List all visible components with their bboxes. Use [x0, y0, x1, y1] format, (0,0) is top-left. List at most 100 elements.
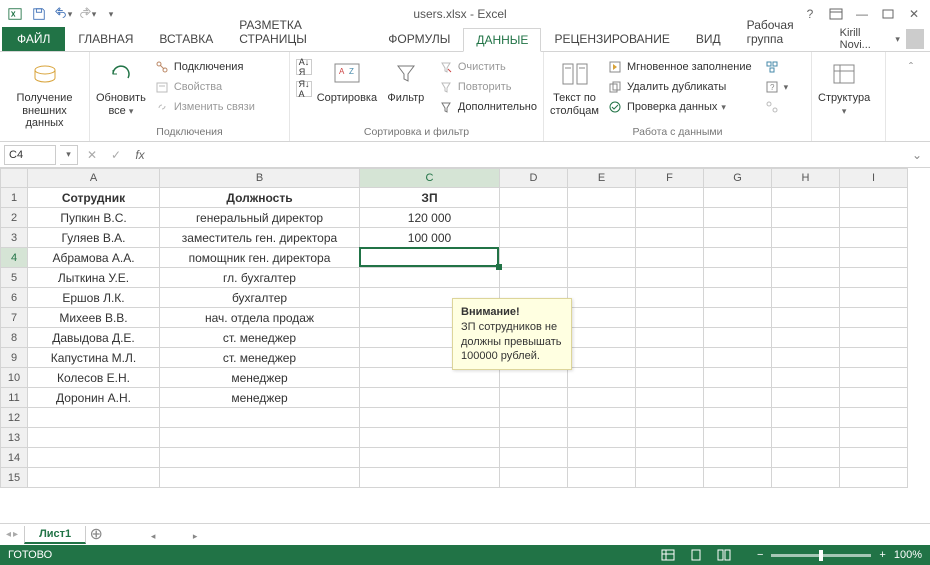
cell[interactable]	[840, 248, 908, 268]
cell[interactable]: Капустина М.Л.	[28, 348, 160, 368]
cell[interactable]	[160, 448, 360, 468]
cell[interactable]: менеджер	[160, 388, 360, 408]
cell[interactable]	[568, 428, 636, 448]
cell[interactable]	[28, 448, 160, 468]
cell[interactable]	[568, 228, 636, 248]
cell[interactable]	[840, 268, 908, 288]
close-icon[interactable]: ✕	[902, 4, 926, 24]
row-header[interactable]: 6	[0, 288, 28, 308]
cell[interactable]: ЗП	[360, 188, 500, 208]
cell[interactable]	[568, 368, 636, 388]
maximize-icon[interactable]	[876, 4, 900, 24]
tab-file[interactable]: ФАЙЛ	[2, 27, 65, 51]
cell[interactable]	[772, 448, 840, 468]
cell[interactable]	[500, 408, 568, 428]
page-layout-view-icon[interactable]	[687, 548, 705, 562]
column-header[interactable]: D	[500, 168, 568, 188]
cell[interactable]: Сотрудник	[28, 188, 160, 208]
cancel-formula-icon[interactable]: ✕	[82, 145, 102, 165]
cell[interactable]	[772, 388, 840, 408]
cell[interactable]: Должность	[160, 188, 360, 208]
cell[interactable]	[636, 468, 704, 488]
sheet-tab[interactable]: Лист1	[24, 526, 86, 544]
cell[interactable]	[772, 468, 840, 488]
redo-icon[interactable]: ▾	[76, 3, 98, 25]
cell[interactable]	[704, 328, 772, 348]
clear-filter-button[interactable]: Очистить	[438, 58, 537, 76]
column-header[interactable]: F	[636, 168, 704, 188]
cell[interactable]	[704, 368, 772, 388]
row-header[interactable]: 12	[0, 408, 28, 428]
sort-button[interactable]: AZ Сортировка	[320, 58, 374, 105]
cell[interactable]	[636, 188, 704, 208]
edit-links-button[interactable]: Изменить связи	[154, 98, 255, 116]
cell[interactable]	[636, 428, 704, 448]
row-header[interactable]: 5	[0, 268, 28, 288]
collapse-ribbon-icon[interactable]: ˆ	[900, 56, 922, 78]
cell[interactable]	[568, 208, 636, 228]
cell[interactable]	[840, 368, 908, 388]
fx-button[interactable]: fx	[130, 145, 150, 165]
cell[interactable]	[704, 288, 772, 308]
properties-button[interactable]: Свойства	[154, 78, 255, 96]
undo-icon[interactable]: ▾	[52, 3, 74, 25]
column-header[interactable]: H	[772, 168, 840, 188]
sort-az-button[interactable]: А↓Я	[296, 58, 312, 76]
add-sheet-button[interactable]: ⊕	[86, 527, 106, 543]
column-header[interactable]: C	[360, 168, 500, 188]
cell[interactable]	[568, 328, 636, 348]
flash-fill-button[interactable]: Мгновенное заполнение	[607, 58, 752, 76]
row-header[interactable]: 2	[0, 208, 28, 228]
cell[interactable]	[840, 208, 908, 228]
cell[interactable]	[500, 268, 568, 288]
cell[interactable]	[28, 468, 160, 488]
cell[interactable]	[840, 428, 908, 448]
tab-home[interactable]: ГЛАВНАЯ	[65, 27, 146, 51]
column-header[interactable]: I	[840, 168, 908, 188]
cell[interactable]	[704, 348, 772, 368]
cell[interactable]	[772, 268, 840, 288]
cell[interactable]	[160, 428, 360, 448]
cell[interactable]: ст. менеджер	[160, 348, 360, 368]
cell[interactable]	[636, 228, 704, 248]
cell[interactable]	[772, 188, 840, 208]
cell[interactable]	[772, 208, 840, 228]
zoom-slider[interactable]	[771, 554, 871, 557]
cell[interactable]: помощник ген. директора	[160, 248, 360, 268]
cell[interactable]	[704, 188, 772, 208]
cell[interactable]	[360, 368, 500, 388]
cell[interactable]: 100 000	[360, 228, 500, 248]
cell[interactable]	[772, 428, 840, 448]
cell[interactable]	[772, 228, 840, 248]
cell[interactable]	[772, 348, 840, 368]
cell[interactable]	[840, 328, 908, 348]
tab-data[interactable]: ДАННЫЕ	[463, 28, 541, 52]
cell[interactable]	[840, 468, 908, 488]
cell[interactable]	[840, 288, 908, 308]
expand-formula-bar-icon[interactable]: ⌄	[908, 148, 926, 162]
whatif-button[interactable]: ?▾	[764, 78, 789, 96]
name-box-dropdown[interactable]: ▾	[60, 145, 78, 165]
outline-button[interactable]: Структура▾	[818, 58, 870, 117]
sheet-nav-last-icon[interactable]: ▸	[13, 529, 18, 540]
cell[interactable]	[160, 468, 360, 488]
column-header[interactable]: G	[704, 168, 772, 188]
cell[interactable]	[636, 348, 704, 368]
cell[interactable]	[28, 408, 160, 428]
user-name[interactable]: Kirill Novi...	[840, 27, 890, 51]
cell[interactable]: Гуляев В.А.	[28, 228, 160, 248]
cell[interactable]	[704, 308, 772, 328]
cell[interactable]	[160, 408, 360, 428]
qat-customize-icon[interactable]: ▾	[100, 3, 122, 25]
user-caret-icon[interactable]: ▾	[895, 34, 900, 45]
cell[interactable]	[840, 308, 908, 328]
cell[interactable]	[500, 368, 568, 388]
minimize-icon[interactable]: —	[850, 4, 874, 24]
zoom-level[interactable]: 100%	[894, 549, 922, 561]
row-header[interactable]: 10	[0, 368, 28, 388]
cell[interactable]	[636, 368, 704, 388]
reapply-button[interactable]: Повторить	[438, 78, 537, 96]
user-avatar[interactable]	[906, 29, 924, 49]
tab-view[interactable]: ВИД	[683, 27, 734, 51]
row-header[interactable]: 1	[0, 188, 28, 208]
